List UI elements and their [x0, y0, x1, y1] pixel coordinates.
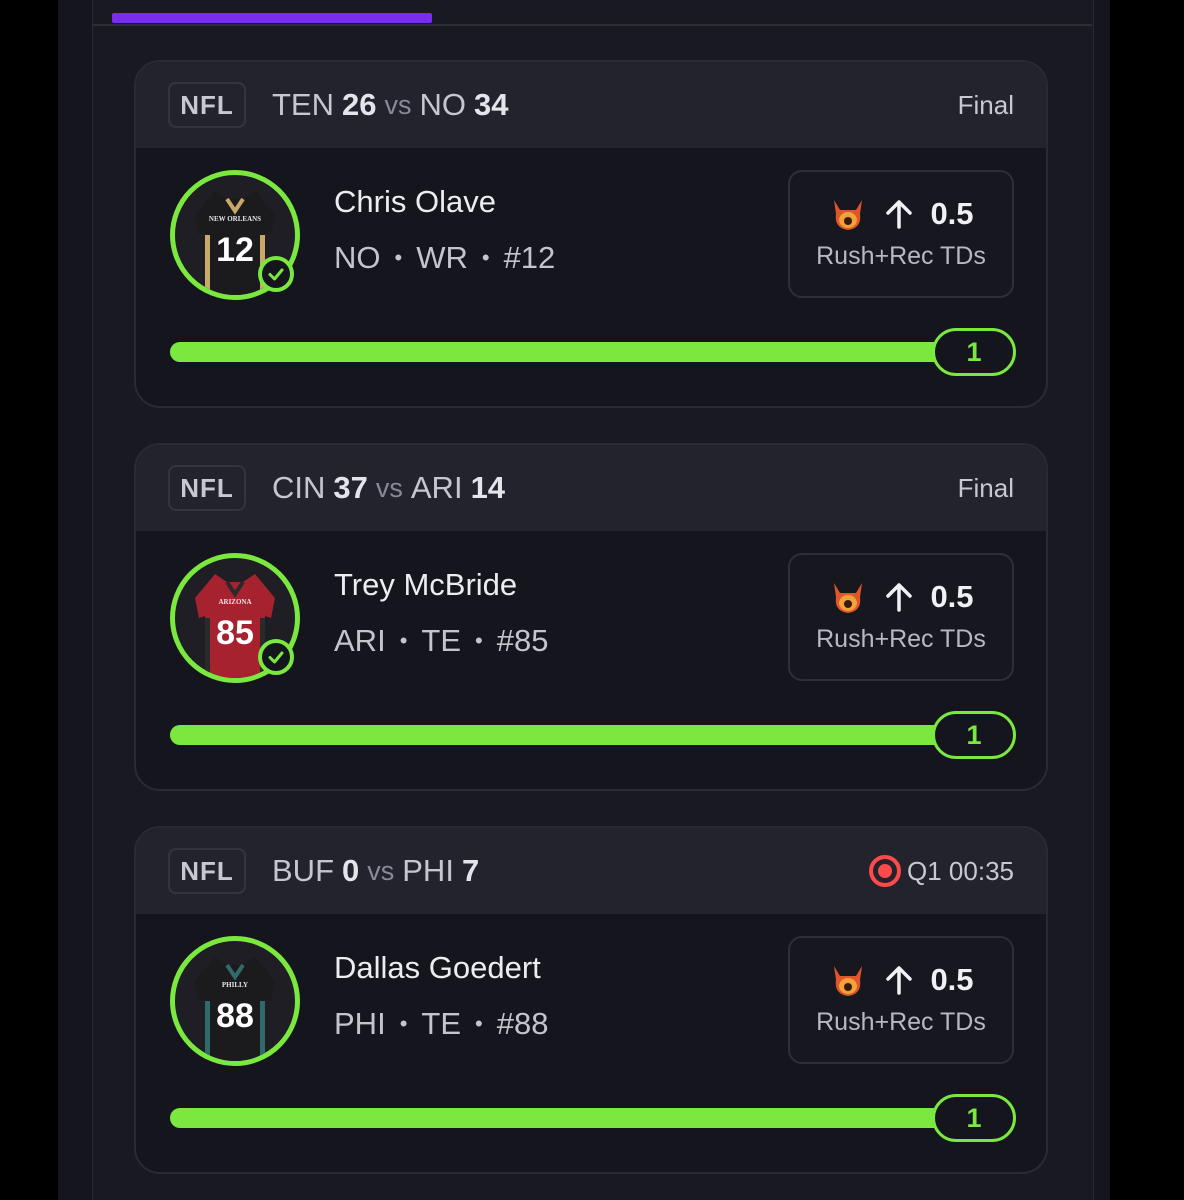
separator-dot: •: [475, 1011, 483, 1036]
game-header: NFL BUF 0 vs PHI 7 Q1 00:35: [136, 828, 1046, 914]
game-status: Final: [958, 82, 1014, 128]
progress-value: 1: [932, 328, 1016, 376]
game-status-text: Final: [957, 472, 1014, 503]
prop-stat: Rush+Rec TDs: [816, 242, 986, 270]
game-matchup: BUF 0 vs PHI 7: [272, 848, 479, 894]
player-meta: ARI • TE • #85: [334, 623, 548, 659]
jersey-image: PHILLY 88: [195, 957, 275, 1061]
vs-label: vs: [384, 89, 412, 120]
separator-dot: •: [394, 245, 403, 270]
game-status-text: Q1 00:35: [907, 855, 1014, 886]
arrow-up-icon: [886, 966, 913, 995]
prop-stat: Rush+Rec TDs: [816, 625, 986, 653]
demon-icon: [834, 200, 863, 230]
progress-track: [170, 1108, 976, 1128]
league-badge: NFL: [168, 465, 246, 511]
pick-card-2[interactable]: NFL CIN 37 vs ARI 14 Final ARIZONA 85 Tr…: [134, 443, 1048, 791]
progress-value: 1: [932, 711, 1016, 759]
home-team: CIN: [272, 470, 326, 505]
player-team: PHI: [334, 1006, 386, 1041]
home-score: 26: [342, 87, 377, 122]
live-indicator-icon: [869, 855, 902, 887]
separator-dot: •: [399, 1011, 408, 1036]
game-status: Final: [958, 465, 1014, 511]
player-team: NO: [334, 240, 381, 275]
demon-icon: [834, 966, 863, 996]
home-team: TEN: [272, 87, 334, 122]
game-status: Q1 00:35: [869, 848, 1014, 894]
away-score: 34: [473, 87, 509, 122]
check-icon: [258, 639, 294, 675]
prop-box: 0.5 Rush+Rec TDs: [788, 936, 1014, 1064]
vs-label: vs: [375, 472, 403, 503]
away-team: PHI: [402, 853, 454, 888]
separator-dot: •: [475, 628, 483, 653]
progress-fill: [170, 725, 976, 745]
home-score: 0: [342, 853, 360, 888]
active-tab-indicator: [112, 13, 432, 23]
separator-dot: •: [481, 245, 490, 270]
tab-divider: [92, 24, 1092, 26]
player-name: Dallas Goedert: [334, 950, 541, 985]
pick-card-1[interactable]: NFL TEN 26 vs NO 34 Final NEW ORLEANS 12: [134, 60, 1048, 408]
player-name: Trey McBride: [334, 567, 518, 602]
away-team: ARI: [410, 470, 463, 505]
player-name: Chris Olave: [334, 184, 496, 219]
prop-line: 0.5: [930, 962, 974, 997]
svg-text:NEW ORLEANS: NEW ORLEANS: [209, 215, 261, 223]
player-number: #85: [496, 623, 549, 658]
svg-text:12: 12: [216, 231, 254, 269]
home-team: BUF: [272, 853, 334, 888]
svg-text:85: 85: [216, 614, 254, 652]
prop-line: 0.5: [930, 579, 974, 614]
game-header: NFL TEN 26 vs NO 34 Final: [136, 62, 1046, 148]
svg-text:ARIZONA: ARIZONA: [218, 598, 251, 606]
away-team: NO: [419, 87, 466, 122]
progress-fill: [170, 1108, 976, 1128]
player-number: #12: [503, 240, 556, 275]
separator-dot: •: [399, 628, 408, 653]
player-avatar: PHILLY 88: [170, 936, 300, 1066]
player-meta: PHI • TE • #88: [334, 1006, 548, 1042]
game-header: NFL CIN 37 vs ARI 14 Final: [136, 445, 1046, 531]
prop-line: 0.5: [930, 196, 974, 231]
away-score: 7: [461, 853, 480, 888]
arrow-up-icon: [886, 200, 913, 229]
player-position: TE: [421, 623, 462, 658]
game-status-text: Final: [957, 89, 1014, 120]
vs-label: vs: [367, 855, 395, 886]
player-position: TE: [421, 1006, 462, 1041]
pick-card-3[interactable]: NFL BUF 0 vs PHI 7 Q1 00:35 PHILLY 88 Da…: [134, 826, 1048, 1174]
player-number: #88: [496, 1006, 549, 1041]
away-score: 14: [470, 470, 506, 505]
game-matchup: CIN 37 vs ARI 14: [272, 465, 505, 511]
player-meta: NO • WR • #12: [334, 240, 555, 276]
home-score: 37: [333, 470, 368, 505]
prop-box: 0.5 Rush+Rec TDs: [788, 553, 1014, 681]
arrow-up-icon: [886, 583, 913, 612]
check-icon: [258, 256, 294, 292]
progress-value: 1: [932, 1094, 1016, 1142]
league-badge: NFL: [168, 82, 246, 128]
player-team: ARI: [334, 623, 386, 658]
progress-fill: [170, 342, 976, 362]
svg-text:PHILLY: PHILLY: [222, 981, 248, 989]
demon-icon: [834, 583, 863, 613]
progress-track: [170, 342, 976, 362]
league-badge: NFL: [168, 848, 246, 894]
svg-text:88: 88: [216, 997, 254, 1035]
prop-stat: Rush+Rec TDs: [816, 1008, 986, 1036]
player-position: WR: [416, 240, 468, 275]
progress-track: [170, 725, 976, 745]
prop-box: 0.5 Rush+Rec TDs: [788, 170, 1014, 298]
game-matchup: TEN 26 vs NO 34: [272, 82, 508, 128]
